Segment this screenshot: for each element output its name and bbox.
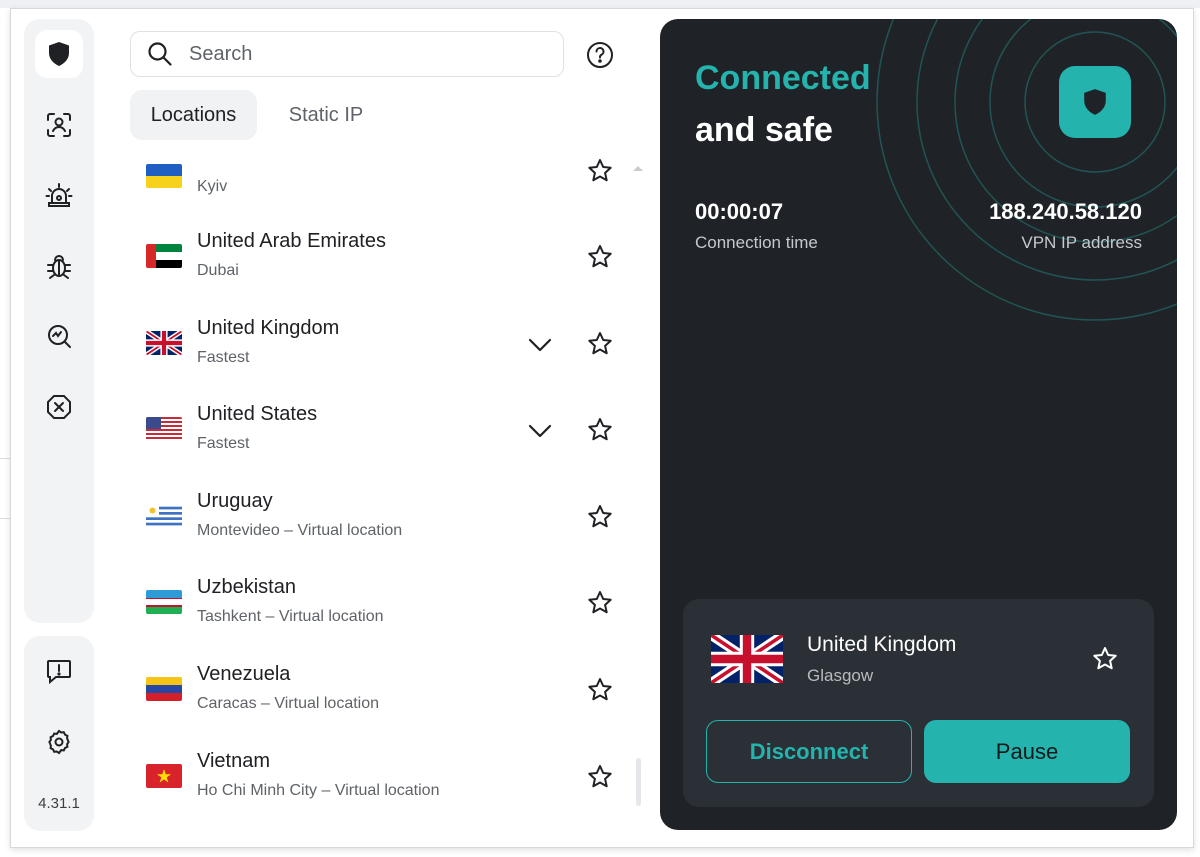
pause-button[interactable]: Pause — [924, 720, 1130, 783]
divider — [0, 458, 10, 459]
country-name: Vietnam — [197, 750, 271, 772]
city-name: Fastest — [197, 435, 250, 452]
city-name: Caracas – Virtual location — [197, 695, 380, 712]
scrollbar-thumb[interactable] — [636, 758, 641, 806]
flag-uruguay — [146, 504, 182, 528]
feedback-icon — [47, 660, 71, 685]
scroll-up-arrow[interactable] — [633, 166, 643, 171]
flag-uk — [711, 635, 783, 683]
monitor-check-icon — [48, 325, 71, 348]
list-item[interactable]: Uzbekistan Tashkent – Virtual location — [130, 568, 630, 654]
star-icon[interactable] — [586, 676, 614, 704]
settings-icon — [48, 729, 70, 755]
country-name: Uruguay — [197, 490, 273, 512]
city-name: Montevideo – Virtual location — [197, 522, 403, 539]
list-item[interactable]: United States Fastest — [130, 395, 630, 481]
star-icon[interactable] — [586, 763, 614, 791]
country-name: United Arab Emirates — [197, 230, 386, 252]
connection-time: 00:00:07 — [695, 199, 784, 224]
star-icon[interactable] — [1091, 645, 1119, 673]
search-icon — [148, 42, 172, 66]
locations-list: Kyiv United Arab Emirates Dubai United K… — [130, 152, 630, 822]
flag-uae — [146, 244, 182, 268]
star-icon[interactable] — [586, 589, 614, 617]
list-item[interactable]: Venezuela Caracas – Virtual location — [130, 655, 630, 741]
list-item[interactable]: Vietnam Ho Chi Minh City – Virtual locat… — [130, 742, 630, 822]
disconnect-button[interactable]: Disconnect — [706, 720, 912, 783]
flag-usa — [146, 417, 182, 441]
country-name: United Kingdom — [197, 317, 340, 339]
star-icon[interactable] — [586, 416, 614, 444]
flag-venezuela — [146, 677, 182, 701]
city-name: Fastest — [197, 349, 250, 366]
shield-icon — [49, 42, 69, 66]
star-icon[interactable] — [586, 157, 614, 185]
status-title: Connected — [695, 59, 871, 97]
list-item[interactable]: United Arab Emirates Dubai — [130, 222, 630, 308]
chevron-down-icon[interactable] — [526, 417, 554, 445]
tab-static-ip[interactable]: Static IP — [270, 90, 382, 140]
sidebar-item-alerts[interactable] — [35, 171, 83, 219]
country-name: Uzbekistan — [197, 576, 296, 598]
star-icon[interactable] — [586, 330, 614, 358]
tab-label: Locations — [150, 103, 237, 126]
sidebar-item-vpn[interactable] — [35, 30, 83, 78]
tab-locations[interactable]: Locations — [130, 90, 257, 140]
vpn-ip-address: 188.240.58.120 — [989, 199, 1142, 224]
country-name: Venezuela — [197, 663, 291, 685]
face-scan-icon — [47, 113, 71, 137]
list-item[interactable]: Uruguay Montevideo – Virtual location — [130, 482, 630, 568]
alarm-icon — [45, 183, 73, 207]
current-city: Glasgow — [807, 666, 874, 685]
bug-icon — [47, 255, 71, 279]
sidebar-item-settings[interactable] — [35, 718, 83, 766]
sidebar-item-feedback[interactable] — [35, 647, 83, 695]
sidebar-item-identity[interactable] — [35, 101, 83, 149]
star-icon[interactable] — [586, 243, 614, 271]
connection-time-label: Connection time — [695, 233, 818, 252]
status-panel: Connected and safe 00:00:07 Connection t… — [660, 19, 1177, 830]
list-item[interactable]: Kyiv — [130, 152, 630, 202]
city-name: Dubai — [197, 262, 239, 279]
current-location-card: United Kingdom Glasgow Disconnect Pause — [683, 599, 1154, 807]
tab-label: Static IP — [288, 103, 364, 126]
divider — [0, 518, 10, 519]
sidebar-item-monitor[interactable] — [35, 312, 83, 360]
vpn-shield-badge — [1059, 66, 1131, 138]
city-name: Ho Chi Minh City – Virtual location — [197, 782, 440, 799]
app-version: 4.31.1 — [38, 795, 80, 812]
flag-uk — [146, 331, 182, 355]
current-country: United Kingdom — [807, 633, 957, 656]
city-name: Tashkent – Virtual location — [197, 608, 384, 625]
flag-ukraine — [146, 164, 182, 188]
list-item[interactable]: United Kingdom Fastest — [130, 309, 630, 395]
vpn-ip-label: VPN IP address — [1021, 233, 1142, 252]
status-subtitle: and safe — [695, 111, 833, 149]
help-icon[interactable] — [585, 40, 615, 70]
search-input[interactable] — [189, 41, 549, 67]
flag-uzbekistan — [146, 590, 182, 614]
flag-vietnam — [146, 764, 182, 788]
sidebar-item-blocker[interactable] — [35, 383, 83, 431]
block-icon — [47, 395, 71, 419]
chevron-down-icon[interactable] — [526, 331, 554, 359]
star-icon[interactable] — [586, 503, 614, 531]
sidebar-item-threats[interactable] — [35, 242, 83, 290]
shield-icon — [1084, 89, 1106, 115]
city-name: Kyiv — [197, 178, 228, 195]
country-name: United States — [197, 403, 318, 425]
browser-strip — [0, 0, 1200, 8]
